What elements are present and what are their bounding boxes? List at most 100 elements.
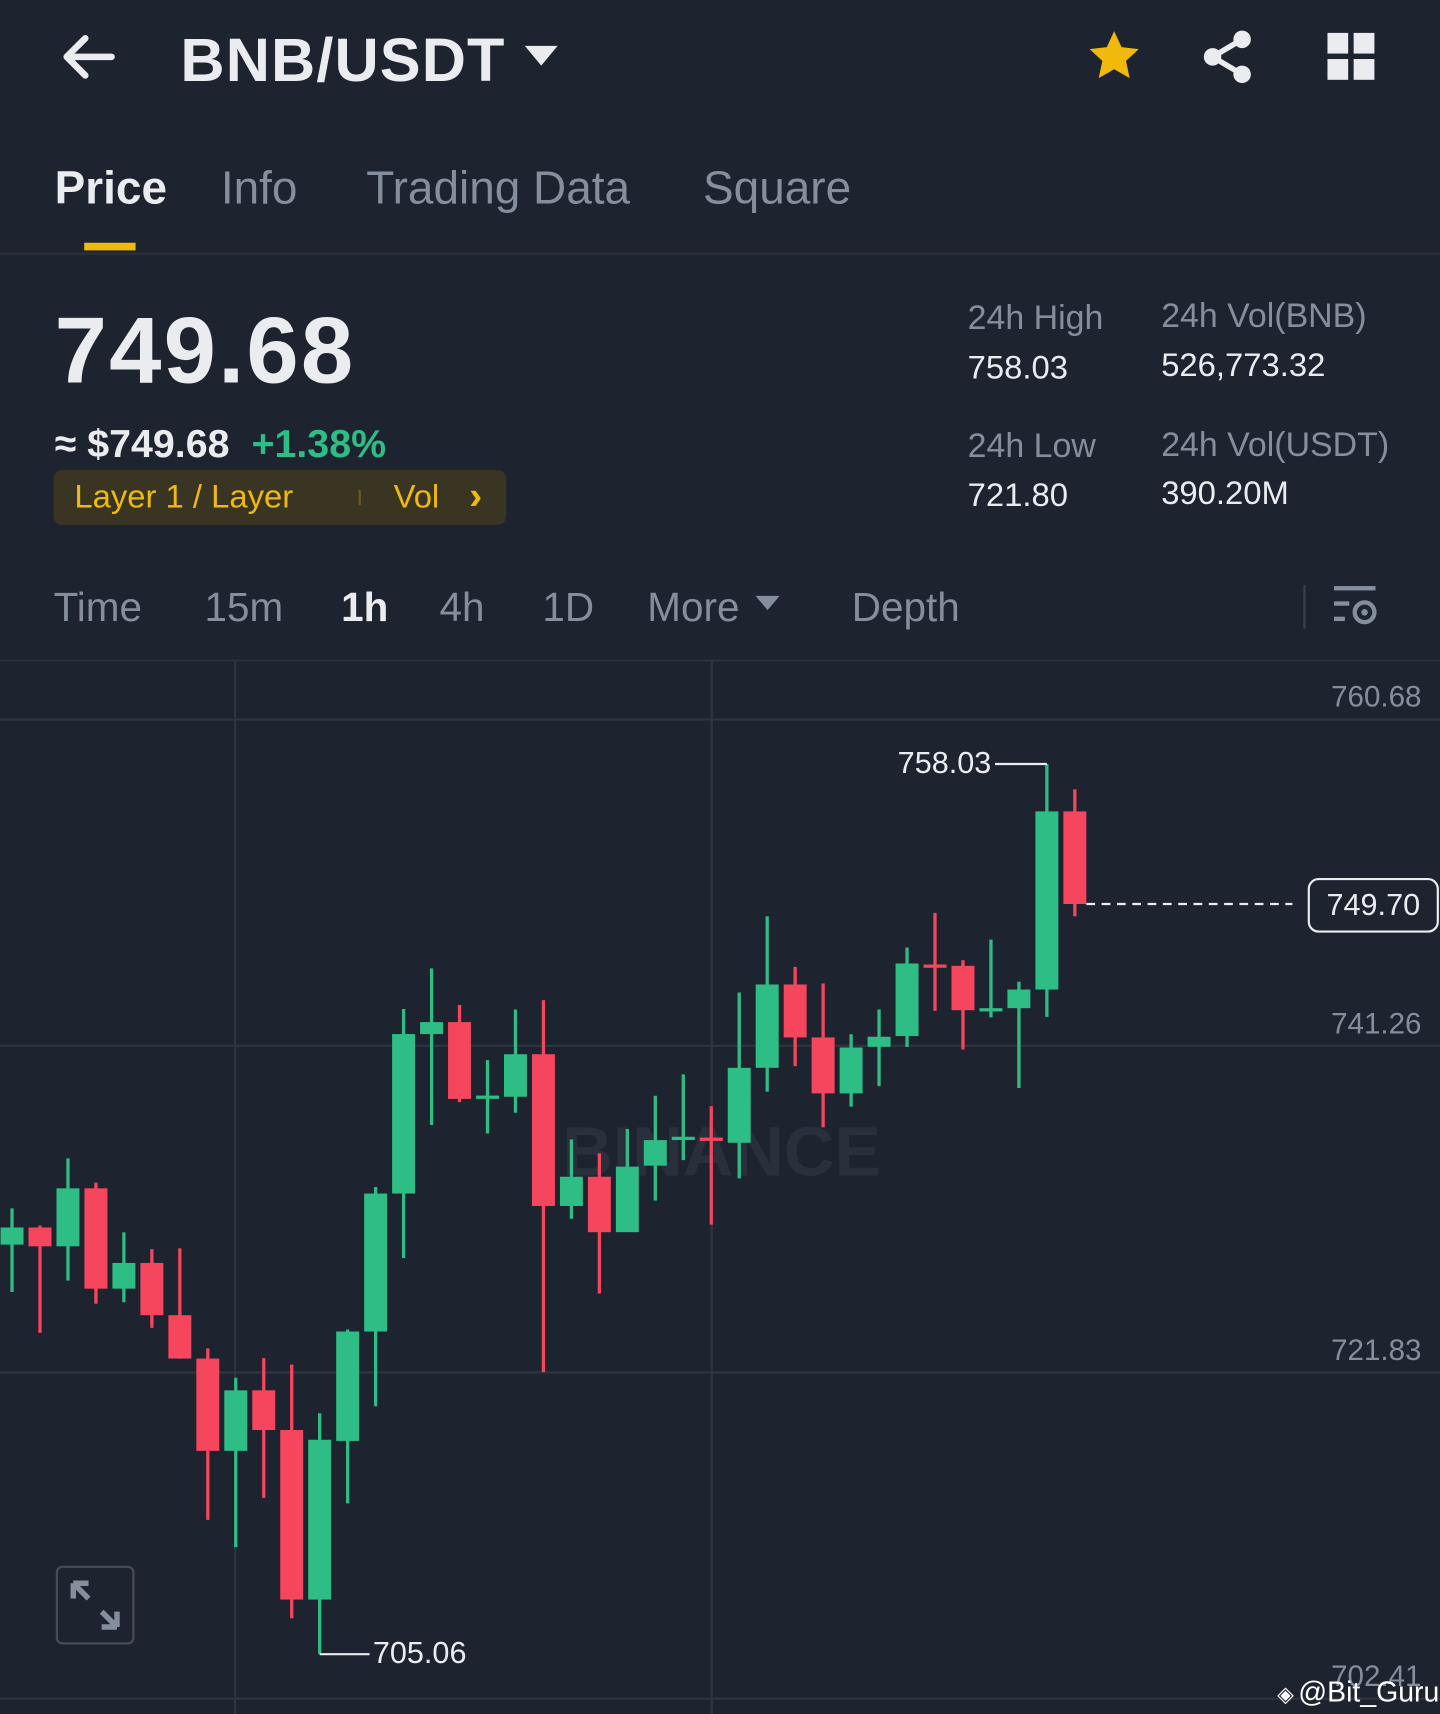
candle bbox=[503, 1009, 527, 1113]
candle bbox=[392, 1009, 416, 1259]
candle-body bbox=[923, 964, 947, 968]
caret-down-icon[interactable] bbox=[523, 44, 560, 76]
candle bbox=[0, 1208, 24, 1293]
candle bbox=[196, 1348, 220, 1520]
candle-body bbox=[755, 984, 779, 1068]
y-tick: 760.68 bbox=[1331, 680, 1422, 713]
credit-watermark: ◈ @Bit_Guru bbox=[1277, 1675, 1439, 1709]
candle-body bbox=[140, 1262, 164, 1316]
candle-body bbox=[979, 1008, 1003, 1012]
candle-body bbox=[587, 1176, 611, 1233]
candle bbox=[168, 1248, 192, 1359]
candle-body bbox=[895, 963, 919, 1037]
candle-body bbox=[392, 1034, 416, 1194]
candle-body bbox=[196, 1358, 220, 1451]
more-label: More bbox=[647, 584, 740, 630]
candle-body bbox=[56, 1188, 80, 1247]
share-icon[interactable] bbox=[1201, 28, 1256, 90]
credit-text: @Bit_Guru bbox=[1298, 1675, 1440, 1708]
candle bbox=[531, 1000, 555, 1373]
candle-body bbox=[727, 1067, 751, 1143]
caret-down-icon bbox=[755, 595, 780, 611]
candle-body bbox=[699, 1137, 723, 1141]
low-marker-label: 705.06 bbox=[372, 1635, 467, 1670]
vol-quote-value: 390.20M bbox=[1161, 475, 1289, 512]
tab-trading-data[interactable]: Trading Data bbox=[366, 162, 630, 214]
binance-logo-icon: ◈ bbox=[1277, 1682, 1294, 1707]
candle bbox=[56, 1158, 80, 1281]
candle bbox=[1007, 981, 1031, 1089]
candle-body bbox=[951, 965, 975, 1011]
candle-body bbox=[280, 1429, 304, 1600]
candle-body bbox=[783, 984, 807, 1038]
y-tick: 741.26 bbox=[1331, 1007, 1422, 1040]
back-button[interactable] bbox=[57, 24, 123, 90]
high-value: 758.03 bbox=[967, 349, 1068, 386]
tag-vol-label: Vol bbox=[393, 478, 440, 515]
candle-body bbox=[867, 1036, 891, 1047]
candle bbox=[783, 966, 807, 1067]
candle-body bbox=[1035, 811, 1059, 990]
tab-square[interactable]: Square bbox=[703, 162, 851, 214]
candle bbox=[224, 1377, 248, 1548]
candle bbox=[448, 1004, 472, 1103]
candle bbox=[1035, 763, 1059, 1017]
fullscreen-button[interactable] bbox=[55, 1565, 135, 1645]
timeframe-time[interactable]: Time bbox=[54, 585, 142, 631]
timeframe-more[interactable]: More bbox=[647, 585, 781, 631]
candle bbox=[280, 1364, 304, 1619]
pair-title[interactable]: BNB/USDT bbox=[180, 24, 505, 95]
candle bbox=[252, 1358, 276, 1498]
candle-body bbox=[559, 1176, 583, 1206]
candlestick-chart[interactable]: BINANCE bbox=[0, 661, 1440, 1714]
tab-price[interactable]: Price bbox=[55, 162, 167, 214]
candle-body bbox=[811, 1037, 835, 1094]
depth-tab[interactable]: Depth bbox=[852, 585, 960, 631]
sector-tag[interactable]: Layer 1 / Layer Vol › bbox=[53, 470, 507, 525]
active-tab-indicator bbox=[84, 242, 136, 251]
candle-body bbox=[112, 1262, 136, 1289]
candle-body bbox=[503, 1054, 527, 1097]
high-marker-label: 758.03 bbox=[897, 745, 992, 780]
candle-body bbox=[420, 1022, 444, 1035]
candle-body bbox=[224, 1390, 248, 1451]
candle bbox=[84, 1182, 108, 1304]
low-label: 24h Low bbox=[967, 426, 1096, 465]
candle bbox=[336, 1329, 360, 1504]
grid-icon[interactable] bbox=[1327, 32, 1375, 87]
vol-base-label: 24h Vol(BNB) bbox=[1161, 296, 1367, 335]
candle bbox=[308, 1413, 332, 1655]
candle-body bbox=[1063, 811, 1087, 904]
candle-body bbox=[1007, 989, 1031, 1009]
candle-body bbox=[336, 1331, 360, 1441]
tag-sector-label: Layer 1 / Layer bbox=[74, 478, 294, 515]
divider bbox=[1303, 584, 1306, 629]
timeframe-4h[interactable]: 4h bbox=[440, 585, 485, 631]
chart-settings-icon[interactable] bbox=[1333, 584, 1378, 633]
candle bbox=[895, 947, 919, 1047]
current-price-label: 749.70 bbox=[1307, 878, 1439, 933]
candle-body bbox=[643, 1140, 667, 1166]
expand-icon bbox=[70, 1580, 120, 1630]
low-value: 721.80 bbox=[967, 477, 1068, 514]
fiat-price: ≈ $749.68 bbox=[54, 420, 230, 466]
star-icon[interactable] bbox=[1085, 26, 1144, 91]
candle bbox=[923, 912, 947, 1011]
tab-info[interactable]: Info bbox=[221, 162, 298, 214]
candle-body bbox=[671, 1136, 695, 1141]
candle bbox=[755, 916, 779, 1092]
candle-body bbox=[476, 1095, 499, 1099]
candle-body bbox=[364, 1193, 388, 1332]
arrow-left-icon bbox=[63, 34, 115, 79]
timeframe-1d[interactable]: 1D bbox=[542, 585, 594, 631]
timeframe-1h[interactable]: 1h bbox=[341, 585, 388, 631]
high-label: 24h High bbox=[967, 298, 1104, 337]
vol-base-value: 526,773.32 bbox=[1161, 347, 1326, 384]
candle-body bbox=[0, 1227, 24, 1245]
candle-body bbox=[84, 1188, 108, 1289]
candle-body bbox=[168, 1315, 192, 1359]
timeframe-15m[interactable]: 15m bbox=[204, 585, 283, 631]
vol-quote-label: 24h Vol(USDT) bbox=[1161, 425, 1390, 464]
candle-body bbox=[615, 1166, 639, 1233]
divider bbox=[0, 252, 1440, 255]
